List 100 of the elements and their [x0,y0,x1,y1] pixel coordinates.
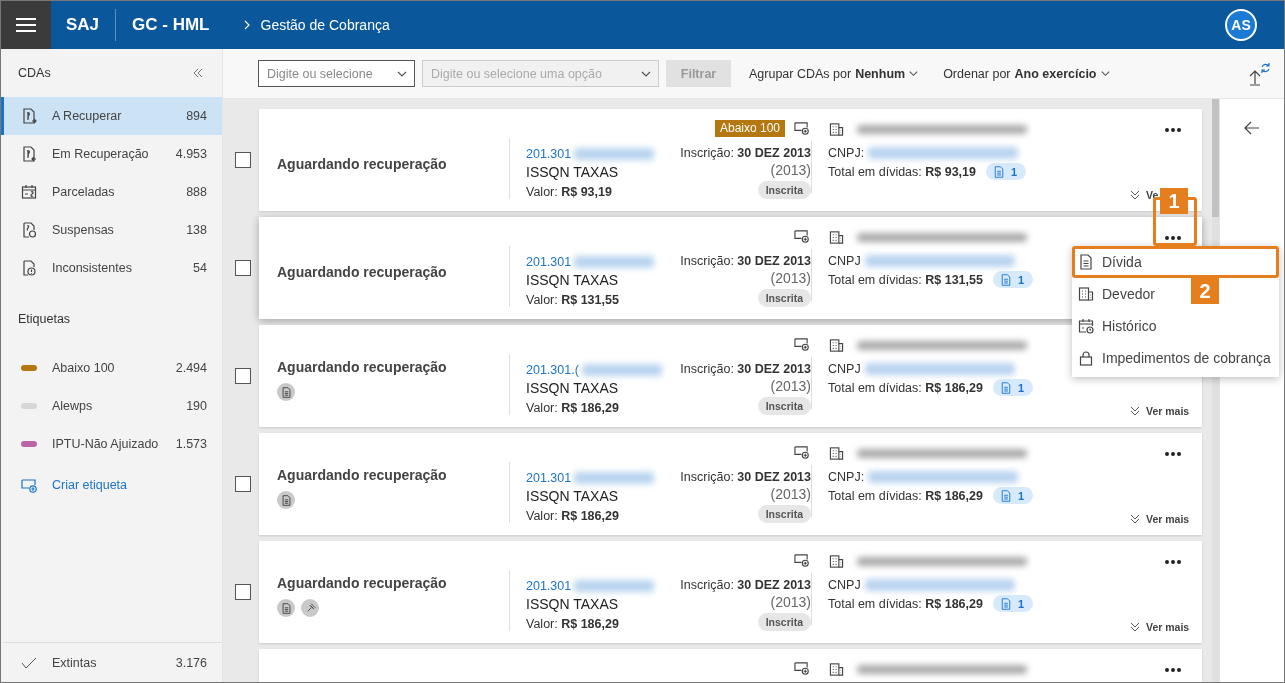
create-tag-link[interactable]: Criar etiqueta [1,463,222,507]
breadcrumb[interactable]: Gestão de Cobrança [260,17,390,33]
value-text: Valor: R$ 93,19 [526,185,613,199]
select-field: Digite ou selecione uma opção [422,60,659,87]
building-icon [828,553,845,569]
add-tag-button[interactable] [793,120,811,136]
label-add-icon [793,120,810,135]
menu-button[interactable] [1,1,51,49]
status-text: Aguardando recuperação [277,467,448,483]
document-icon [277,383,295,401]
back-button[interactable] [1244,121,1260,135]
document-icon [1078,254,1094,270]
building-icon [828,121,845,137]
add-tag-button[interactable] [793,336,811,352]
annotation-number: 1 [1160,188,1188,214]
scroll-thumb[interactable] [1212,99,1219,217]
add-tag-button[interactable] [793,552,811,568]
status-badge: Inscrita [757,613,811,631]
sidebar-item[interactable]: Em Recuperação 4.953 [1,135,222,173]
group-dropdown[interactable]: Agrupar CDAs por Nenhum [749,66,920,81]
menu-icon [15,17,37,33]
see-more-link[interactable]: Ver mais [1129,405,1190,417]
user-avatar[interactable]: AS [1225,9,1257,41]
building-icon [828,445,845,461]
cda-number-link[interactable]: 201.301.( [526,363,579,377]
menu-item[interactable]: Devedor [1072,278,1163,310]
status-text: Aguardando recuperação [277,575,448,591]
checkbox[interactable] [235,368,251,384]
checkbox[interactable] [235,476,251,492]
document-count-badge[interactable]: 1 [992,595,1034,612]
more-icon [1164,667,1182,673]
menu-item[interactable]: Histórico [1072,310,1165,342]
checkbox[interactable] [235,260,251,276]
building-icon [828,661,845,677]
double-chevron-down-icon [1129,621,1141,633]
total-text: Total em dívidas: R$ 186,29 [828,488,983,503]
double-chevron-down-icon [1129,189,1141,201]
add-tag-button[interactable] [793,660,811,676]
upload-refresh-icon [1248,61,1270,86]
collapse-button[interactable] [192,68,204,78]
year-text: (2013) [770,593,811,612]
export-button[interactable] [1248,61,1270,86]
sidebar-item[interactable]: Parceladas 888 [1,173,222,211]
status-badge: Inscrita [757,181,811,199]
chevron-down-icon [908,68,920,79]
section-title: CDAs [18,66,51,80]
add-tag-button[interactable] [793,228,811,244]
app-name[interactable]: SAJ [66,15,100,35]
checkbox[interactable] [235,152,251,168]
cda-number-link[interactable]: 201.301 [526,471,572,485]
sidebar-item[interactable]: Suspensas 138 [1,211,222,249]
status-text: Aguardando recuperação [277,264,448,280]
document-icon [277,491,295,509]
tax-name: ISSQN TAXAS [526,595,620,614]
double-chevron-down-icon [1129,405,1141,417]
tax-name: ISSQN TAXAS [526,163,620,182]
add-tag-button[interactable] [793,444,811,460]
document-icon [21,260,37,276]
select-field[interactable]: Digite ou selecione [258,60,415,87]
see-more-link[interactable]: Ver mais [1129,621,1190,633]
tax-name: ISSQN TAXAS [526,271,620,290]
document-count-badge[interactable]: 1 [992,271,1034,288]
total-text: Total em dívidas: R$ 131,55 [828,272,983,287]
sidebar-item[interactable]: Inconsistentes 54 [1,249,222,287]
more-icon [1164,235,1182,241]
section-title: Etiquetas [17,311,72,328]
total-text: Total em dívidas: R$ 186,29 [828,380,983,395]
tax-name: ISSQN TAXAS [526,379,620,398]
label-add-icon [793,336,810,351]
document-count-badge[interactable]: 1 [992,487,1034,504]
year-text: (2013) [770,485,811,504]
building-icon [828,229,845,245]
document-count-badge[interactable]: 1 [986,163,1027,180]
document-icon [21,222,37,238]
annotation-number: 2 [1191,278,1219,304]
chevron-down-icon [1099,68,1111,79]
cnpj-label: CNPJ: [828,469,865,484]
tag-item[interactable]: Alewps 190 [1,387,222,425]
sidebar-item[interactable]: A Recuperar 894 [1,97,222,135]
document-count-badge[interactable]: 1 [992,379,1034,396]
double-chevron-left-icon [192,68,204,78]
menu-item[interactable]: Impedimentos de cobrança [1072,342,1279,374]
registration-date: Inscrição: 30 DEZ 2013 [680,146,811,160]
checkbox[interactable] [235,584,251,600]
label-add-icon [793,444,810,459]
cda-number-link[interactable]: 201.301 [526,255,572,269]
sidebar-item[interactable]: Extintas 3.176 [1,642,222,682]
cda-number-link[interactable]: 201.301 [526,147,572,161]
cda-number-link[interactable]: 201.301 [526,579,572,593]
tag-item[interactable]: IPTU-Não Ajuizado 1.573 [1,425,222,463]
sort-dropdown[interactable]: Ordenar por Ano exercício [943,66,1111,81]
environment-name: GC - HML [132,15,210,35]
value-text: Valor: R$ 186,29 [526,617,620,631]
total-text: Total em dívidas: R$ 93,19 [828,164,976,179]
registration-date: Inscrição: 30 DEZ 2013 [680,578,811,592]
tag-item[interactable]: Abaixo 100 2.494 [1,349,222,387]
cnpj-label: CNPJ: [828,145,865,160]
label-add-icon [793,228,810,243]
see-more-link[interactable]: Ver mais [1129,513,1190,525]
more-icon [1164,559,1182,565]
